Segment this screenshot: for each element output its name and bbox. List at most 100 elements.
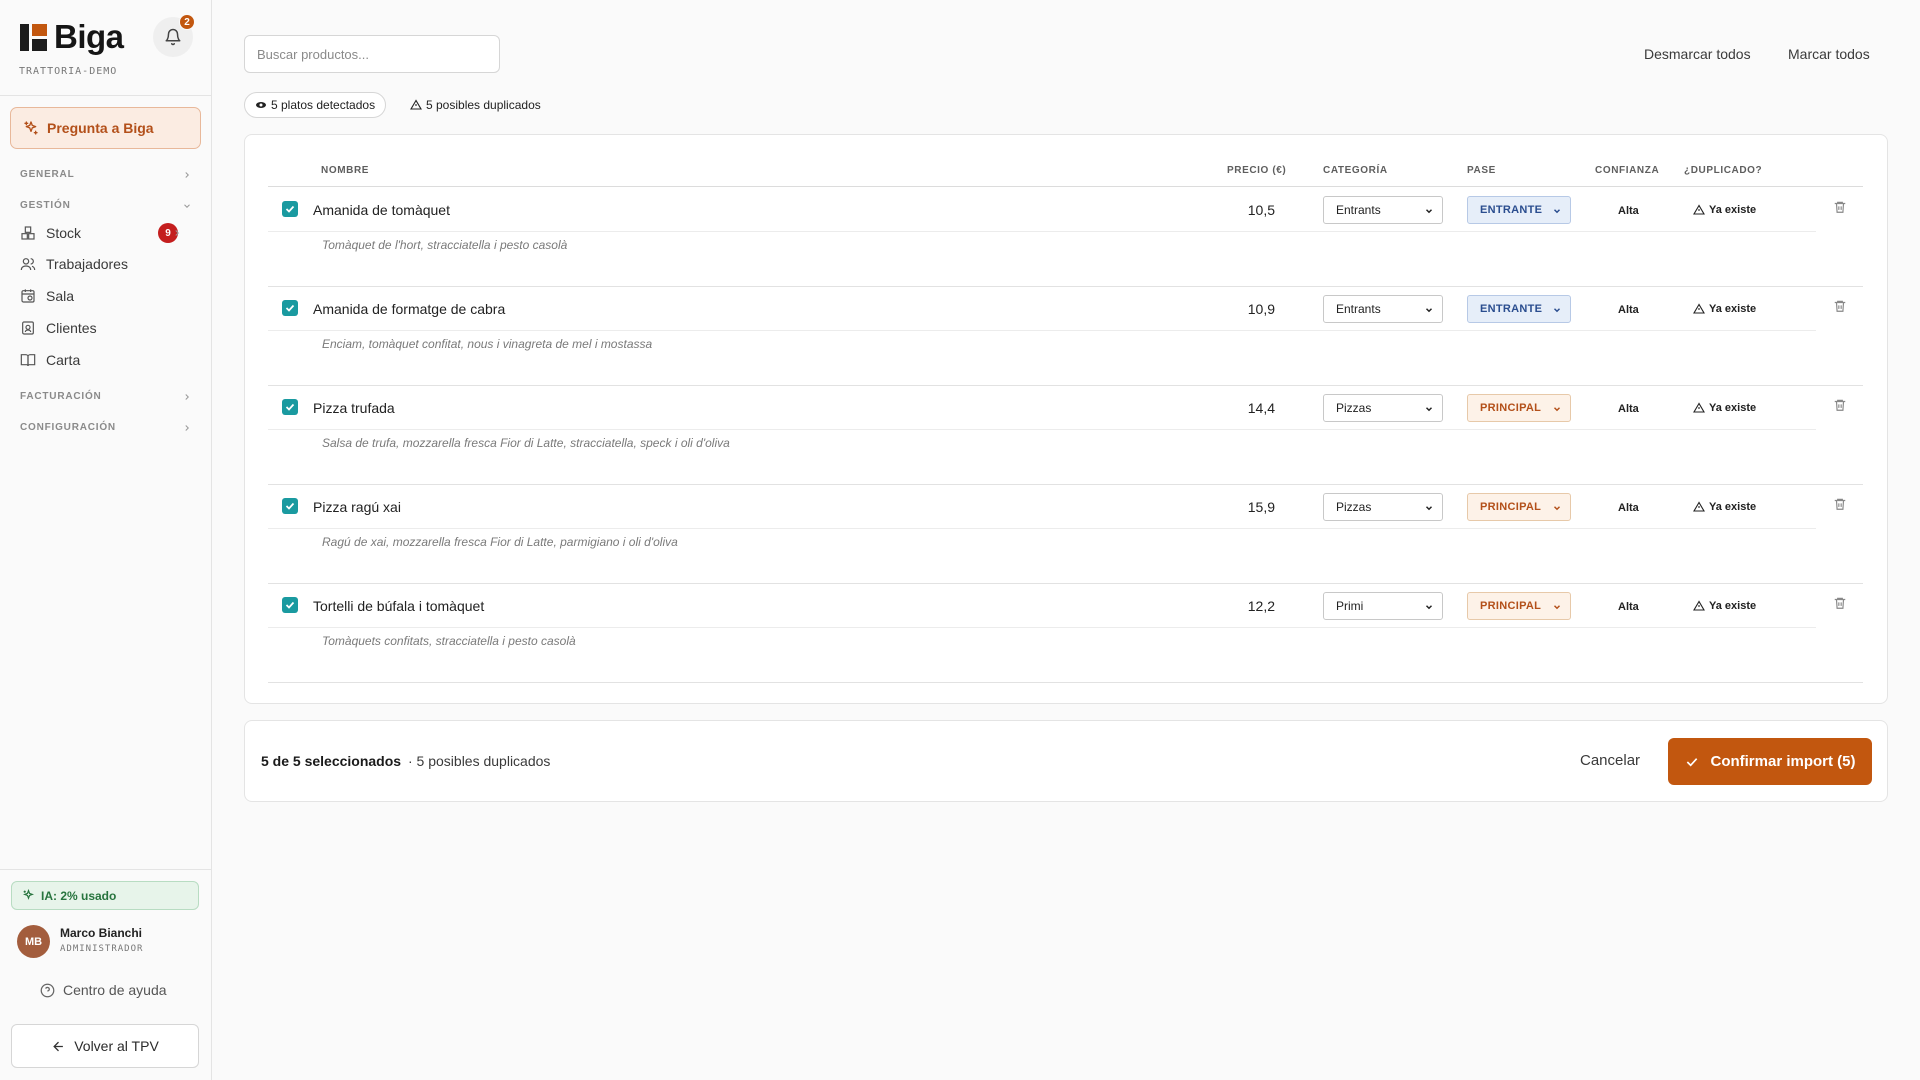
trash-icon[interactable] [1833, 398, 1847, 412]
unmark-all-button[interactable]: Desmarcar todos [1644, 46, 1751, 62]
trash-icon[interactable] [1833, 596, 1847, 610]
user-name: Marco Bianchi [60, 926, 143, 940]
chevron-down-icon [1553, 605, 1561, 610]
check-icon [1687, 757, 1698, 767]
row-checkbox[interactable] [282, 300, 298, 316]
trash-icon[interactable] [1833, 299, 1847, 313]
footer-duplicates-summary: · 5 posibles duplicados [408, 753, 551, 769]
dish-description[interactable]: Tomàquets confitats, stracciatella i pes… [322, 634, 576, 648]
nav-section-facturacion[interactable]: FACTURACIÓN [20, 391, 192, 402]
sidebar-item-stock[interactable]: Stock 9 [20, 223, 192, 243]
contact-icon [22, 321, 34, 335]
dish-price[interactable]: 10,9 [1225, 301, 1275, 317]
chevron-down-icon [1425, 506, 1433, 511]
sidebar-item-clientes[interactable]: Clientes [20, 320, 192, 336]
column-header-confidence: CONFIANZA [1595, 165, 1660, 176]
mark-all-button[interactable]: Marcar todos [1788, 46, 1870, 62]
column-header-name: NOMBRE [321, 165, 370, 176]
chevron-right-icon [185, 393, 189, 400]
pase-value: ENTRANTE [1480, 303, 1543, 315]
check-icon [285, 502, 295, 510]
sidebar-item-trabajadores[interactable]: Trabajadores [20, 256, 192, 272]
row-divider [268, 231, 1816, 232]
trash-icon[interactable] [1833, 497, 1847, 511]
help-center-link[interactable]: Centro de ayuda [40, 982, 167, 998]
chevron-right-icon [185, 171, 189, 178]
column-header-category: CATEGORÍA [1323, 165, 1388, 176]
category-value: Primi [1336, 599, 1364, 613]
warning-icon [410, 99, 422, 110]
dish-price[interactable]: 15,9 [1225, 499, 1275, 515]
dish-price[interactable]: 14,4 [1225, 400, 1275, 416]
divider [0, 869, 212, 870]
row-divider [268, 286, 1863, 287]
cancel-button[interactable]: Cancelar [1580, 752, 1640, 769]
category-value: Entrants [1336, 203, 1381, 217]
category-value: Pizzas [1336, 401, 1372, 415]
boxes-icon [21, 226, 35, 240]
dish-name: Pizza ragú xai [313, 499, 401, 515]
chevron-down-icon [1425, 605, 1433, 610]
help-circle-icon [40, 983, 55, 997]
row-divider [268, 484, 1863, 485]
category-value: Entrants [1336, 302, 1381, 316]
search-input[interactable] [244, 35, 500, 73]
avatar[interactable]: MB [17, 925, 50, 958]
duplicate-label: Ya existe [1709, 501, 1757, 513]
dish-name: Amanida de formatge de cabra [313, 301, 506, 317]
chevron-down-icon [1425, 308, 1433, 313]
ask-biga-label: Pregunta a Biga [47, 120, 154, 136]
row-checkbox[interactable] [282, 201, 298, 217]
pase-select[interactable]: ENTRANTE [1467, 196, 1571, 224]
dish-description[interactable]: Tomàquet de l'hort, stracciatella i pest… [322, 238, 567, 252]
duplicate-status: Ya existe [1693, 204, 1756, 216]
chevron-down-icon [1553, 209, 1561, 214]
pase-select[interactable]: PRINCIPAL [1467, 394, 1571, 422]
row-divider [268, 385, 1863, 386]
users-icon [20, 258, 36, 271]
nav-section-gestion[interactable]: GESTIÓN [20, 200, 192, 211]
sparkles-icon [24, 121, 38, 135]
row-checkbox[interactable] [282, 597, 298, 613]
sidebar-item-sala[interactable]: Sala [20, 288, 192, 304]
row-divider [268, 330, 1816, 331]
category-select[interactable]: Entrants [1323, 196, 1443, 224]
pase-select[interactable]: PRINCIPAL [1467, 493, 1571, 521]
confidence-value: Alta [1618, 502, 1639, 514]
nav-section-configuracion[interactable]: CONFIGURACIÓN [20, 422, 192, 433]
nav-section-general[interactable]: GENERAL [20, 169, 192, 180]
chevron-down-icon [184, 203, 190, 208]
nav-section-label: GESTIÓN [20, 200, 71, 211]
notifications-badge: 2 [179, 14, 195, 30]
confidence-value: Alta [1618, 205, 1639, 217]
row-checkbox[interactable] [282, 399, 298, 415]
warning-icon [1693, 501, 1705, 512]
duplicate-status: Ya existe [1693, 402, 1756, 414]
back-to-pos-button[interactable]: Volver al TPV [11, 1024, 199, 1068]
trash-icon[interactable] [1833, 200, 1847, 214]
dish-price[interactable]: 10,5 [1225, 202, 1275, 218]
check-icon [285, 304, 295, 312]
sidebar-item-carta[interactable]: Carta [20, 352, 192, 368]
brand[interactable]: Biga [20, 18, 124, 56]
category-select[interactable]: Pizzas [1323, 394, 1443, 422]
category-select[interactable]: Pizzas [1323, 493, 1443, 521]
table-header-divider [268, 186, 1863, 187]
row-checkbox[interactable] [282, 498, 298, 514]
dish-description[interactable]: Ragú de xai, mozzarella fresca Fior di L… [322, 535, 678, 549]
pase-value: PRINCIPAL [1480, 402, 1542, 414]
pase-select[interactable]: ENTRANTE [1467, 295, 1571, 323]
dish-price[interactable]: 12,2 [1225, 598, 1275, 614]
dish-name: Amanida de tomàquet [313, 202, 450, 218]
dish-description[interactable]: Salsa de trufa, mozzarella fresca Fior d… [322, 436, 730, 450]
category-select[interactable]: Entrants [1323, 295, 1443, 323]
check-icon [285, 601, 295, 609]
category-select[interactable]: Primi [1323, 592, 1443, 620]
pase-select[interactable]: PRINCIPAL [1467, 592, 1571, 620]
ai-usage-badge: IA: 2% usado [11, 881, 199, 910]
dish-description[interactable]: Enciam, tomàquet confitat, nous i vinagr… [322, 337, 652, 351]
import-table-card [244, 134, 1888, 704]
column-header-price: PRECIO (€) [1227, 165, 1287, 176]
confirm-import-button[interactable]: Confirmar import (5) [1668, 738, 1872, 785]
ask-biga-button[interactable]: Pregunta a Biga [10, 107, 201, 149]
